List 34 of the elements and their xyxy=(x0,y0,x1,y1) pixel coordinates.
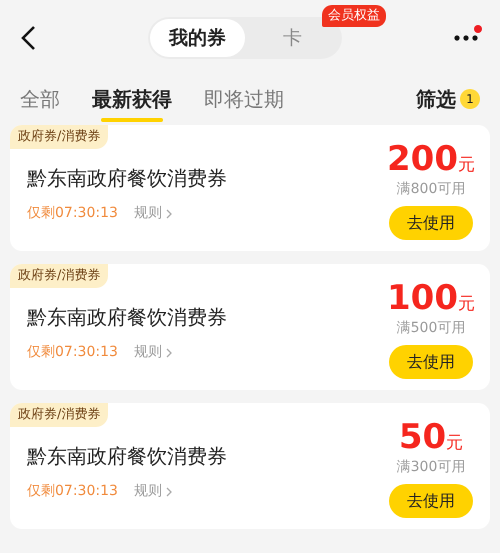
chevron-right-icon xyxy=(166,208,172,218)
usage-condition: 满500可用 xyxy=(396,319,466,338)
chevron-right-icon xyxy=(166,486,172,496)
coupon-title: 黔东南政府餐饮消费券 xyxy=(27,443,228,470)
usage-condition: 满300可用 xyxy=(396,458,466,477)
coupon-amount: 100 xyxy=(387,278,458,318)
coupon-tag: 政府券/消费券 xyxy=(10,264,108,288)
coupon-title: 黔东南政府餐饮消费券 xyxy=(27,165,228,192)
countdown-text: 仅剩07:30:13 xyxy=(27,482,118,501)
back-icon[interactable] xyxy=(20,25,36,51)
currency-unit: 元 xyxy=(458,154,475,177)
tab-underline xyxy=(101,118,163,122)
use-button[interactable]: 去使用 xyxy=(389,484,473,518)
coupon-tag: 政府券/消费券 xyxy=(10,125,108,148)
coupon-tag: 政府券/消费券 xyxy=(10,403,108,426)
countdown-text: 仅剩07:30:13 xyxy=(27,343,118,362)
usage-condition: 满800可用 xyxy=(396,180,466,199)
currency-unit: 元 xyxy=(446,432,464,455)
filter-tab[interactable]: 即将过期 xyxy=(204,84,284,114)
coupon-title: 黔东南政府餐饮消费券 xyxy=(27,304,228,331)
segment-tab[interactable]: 我的券 xyxy=(150,19,245,57)
member-benefits-badge: 会员权益 xyxy=(322,5,386,26)
coupon-amount: 50 xyxy=(398,417,446,457)
filter-tab[interactable]: 最新获得 xyxy=(92,84,172,114)
use-button[interactable]: 去使用 xyxy=(389,206,473,240)
currency-unit: 元 xyxy=(458,293,475,316)
filter-button[interactable]: 筛选 xyxy=(416,84,456,114)
chevron-right-icon xyxy=(166,348,172,358)
use-button[interactable]: 去使用 xyxy=(389,345,473,379)
filter-count-badge: 1 xyxy=(460,89,480,109)
more-icon[interactable] xyxy=(454,35,478,41)
countdown-text: 仅剩07:30:13 xyxy=(27,204,118,223)
coupon-amount: 200 xyxy=(387,139,458,179)
filter-tab[interactable]: 全部 xyxy=(20,84,60,114)
